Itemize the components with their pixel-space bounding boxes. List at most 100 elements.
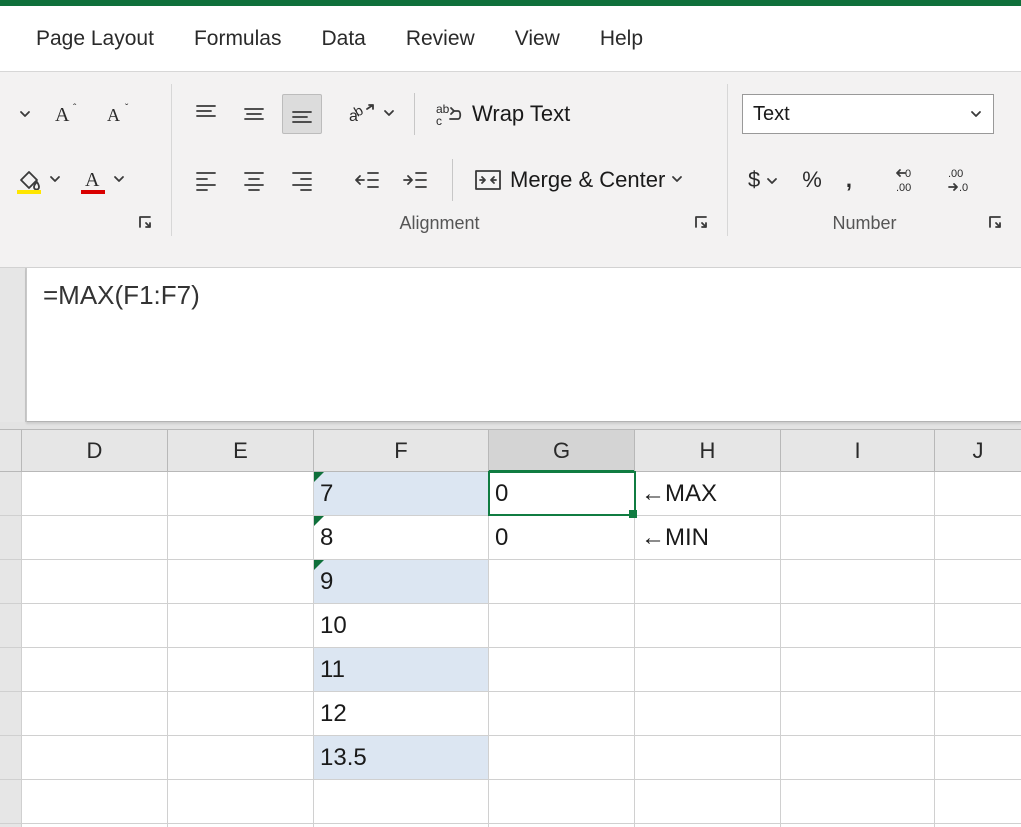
row-header-stub[interactable]	[0, 472, 22, 515]
cell-J7[interactable]	[935, 736, 1021, 779]
cell-J2[interactable]	[935, 516, 1021, 559]
column-header-E[interactable]: E	[168, 430, 314, 471]
row-header-stub[interactable]	[0, 736, 22, 779]
align-middle-button[interactable]	[234, 94, 274, 134]
cell-J8[interactable]	[935, 780, 1021, 823]
cell-D3[interactable]	[22, 560, 168, 603]
cell-H3[interactable]	[635, 560, 781, 603]
cell-G6[interactable]	[489, 692, 635, 735]
wrap-text-button[interactable]: ab c Wrap Text	[427, 94, 579, 134]
cell-H2[interactable]: ←MIN	[635, 516, 781, 559]
cell-E5[interactable]	[168, 648, 314, 691]
cell-G7[interactable]	[489, 736, 635, 779]
cell-I2[interactable]	[781, 516, 935, 559]
cell-E7[interactable]	[168, 736, 314, 779]
cell-E8[interactable]	[168, 780, 314, 823]
alignment-dialog-launcher[interactable]	[693, 214, 711, 232]
cell-J3[interactable]	[935, 560, 1021, 603]
cell-J1[interactable]	[935, 472, 1021, 515]
tab-review[interactable]: Review	[406, 27, 475, 51]
column-header-I[interactable]: I	[781, 430, 935, 471]
align-center-button-h[interactable]	[234, 160, 274, 200]
formula-bar[interactable]: =MAX(F1:F7)	[26, 268, 1021, 422]
cell-D8[interactable]	[22, 780, 168, 823]
align-left-button[interactable]	[186, 160, 226, 200]
merge-center-button[interactable]: Merge & Center	[465, 160, 692, 200]
cell-F8[interactable]	[314, 780, 489, 823]
cell-G8[interactable]	[489, 780, 635, 823]
cell-I1[interactable]	[781, 472, 935, 515]
align-bottom-button[interactable]	[282, 94, 322, 134]
cell-I4[interactable]	[781, 604, 935, 647]
cell-I7[interactable]	[781, 736, 935, 779]
tab-view[interactable]: View	[515, 27, 560, 51]
cell-D2[interactable]	[22, 516, 168, 559]
decrease-decimal-button[interactable]: .00 .0	[940, 160, 980, 200]
cell-G3[interactable]	[489, 560, 635, 603]
cell-F3[interactable]: 9	[314, 560, 489, 603]
cell-H5[interactable]	[635, 648, 781, 691]
cell-I5[interactable]	[781, 648, 935, 691]
row-header-stub[interactable]	[0, 516, 22, 559]
cell-F1[interactable]: 7	[314, 472, 489, 515]
comma-style-button[interactable]: ,	[840, 160, 858, 200]
increase-font-size-button[interactable]: A ˆ	[48, 94, 88, 134]
fill-color-button[interactable]	[14, 160, 62, 200]
row-header-stub[interactable]	[0, 648, 22, 691]
cell-D4[interactable]	[22, 604, 168, 647]
tab-help[interactable]: Help	[600, 27, 643, 51]
row-header-stub[interactable]	[0, 604, 22, 647]
cell-E4[interactable]	[168, 604, 314, 647]
cell-H8[interactable]	[635, 780, 781, 823]
cell-J6[interactable]	[935, 692, 1021, 735]
cell-F2[interactable]: 8	[314, 516, 489, 559]
number-format-combo[interactable]: Text	[742, 94, 994, 134]
cell-F5[interactable]: 11	[314, 648, 489, 691]
cell-G2[interactable]: 0	[489, 516, 635, 559]
percent-format-button[interactable]: %	[796, 160, 828, 200]
cell-G4[interactable]	[489, 604, 635, 647]
column-header-D[interactable]: D	[22, 430, 168, 471]
cell-D5[interactable]	[22, 648, 168, 691]
font-dialog-launcher[interactable]	[137, 214, 155, 232]
column-header-F[interactable]: F	[314, 430, 489, 471]
spreadsheet-grid[interactable]: D E F G H I J 70←MAX80←MIN910111213.5	[0, 430, 1021, 827]
row-header-stub[interactable]	[0, 560, 22, 603]
tab-page-layout[interactable]: Page Layout	[36, 27, 154, 51]
cell-E2[interactable]	[168, 516, 314, 559]
column-header-H[interactable]: H	[635, 430, 781, 471]
row-header-stub[interactable]	[0, 692, 22, 735]
cell-G1[interactable]: 0	[489, 472, 635, 515]
name-box-area[interactable]	[0, 268, 26, 422]
number-dialog-launcher[interactable]	[987, 214, 1005, 232]
cell-I3[interactable]	[781, 560, 935, 603]
cell-E3[interactable]	[168, 560, 314, 603]
cell-D7[interactable]	[22, 736, 168, 779]
cell-J4[interactable]	[935, 604, 1021, 647]
cell-F7[interactable]: 13.5	[314, 736, 489, 779]
cell-I8[interactable]	[781, 780, 935, 823]
tab-data[interactable]: Data	[321, 27, 365, 51]
cell-H6[interactable]	[635, 692, 781, 735]
tab-formulas[interactable]: Formulas	[194, 27, 282, 51]
cell-H1[interactable]: ←MAX	[635, 472, 781, 515]
accounting-format-button[interactable]: $	[742, 160, 784, 200]
orientation-button[interactable]: a b	[346, 94, 396, 134]
cell-F4[interactable]: 10	[314, 604, 489, 647]
column-header-G[interactable]: G	[489, 430, 635, 471]
font-size-dropdown-caret[interactable]	[14, 94, 36, 134]
decrease-indent-button[interactable]	[346, 160, 386, 200]
cell-J5[interactable]	[935, 648, 1021, 691]
decrease-font-size-button[interactable]: A ˇ	[100, 94, 140, 134]
increase-decimal-button[interactable]: 0 .00	[888, 160, 928, 200]
font-color-button[interactable]: A	[78, 160, 126, 200]
cell-E1[interactable]	[168, 472, 314, 515]
select-all-corner[interactable]	[0, 430, 22, 471]
row-header-stub[interactable]	[0, 780, 22, 823]
cell-G5[interactable]	[489, 648, 635, 691]
cell-H4[interactable]	[635, 604, 781, 647]
increase-indent-button[interactable]	[394, 160, 434, 200]
cell-E6[interactable]	[168, 692, 314, 735]
column-header-J[interactable]: J	[935, 430, 1021, 471]
cell-D1[interactable]	[22, 472, 168, 515]
